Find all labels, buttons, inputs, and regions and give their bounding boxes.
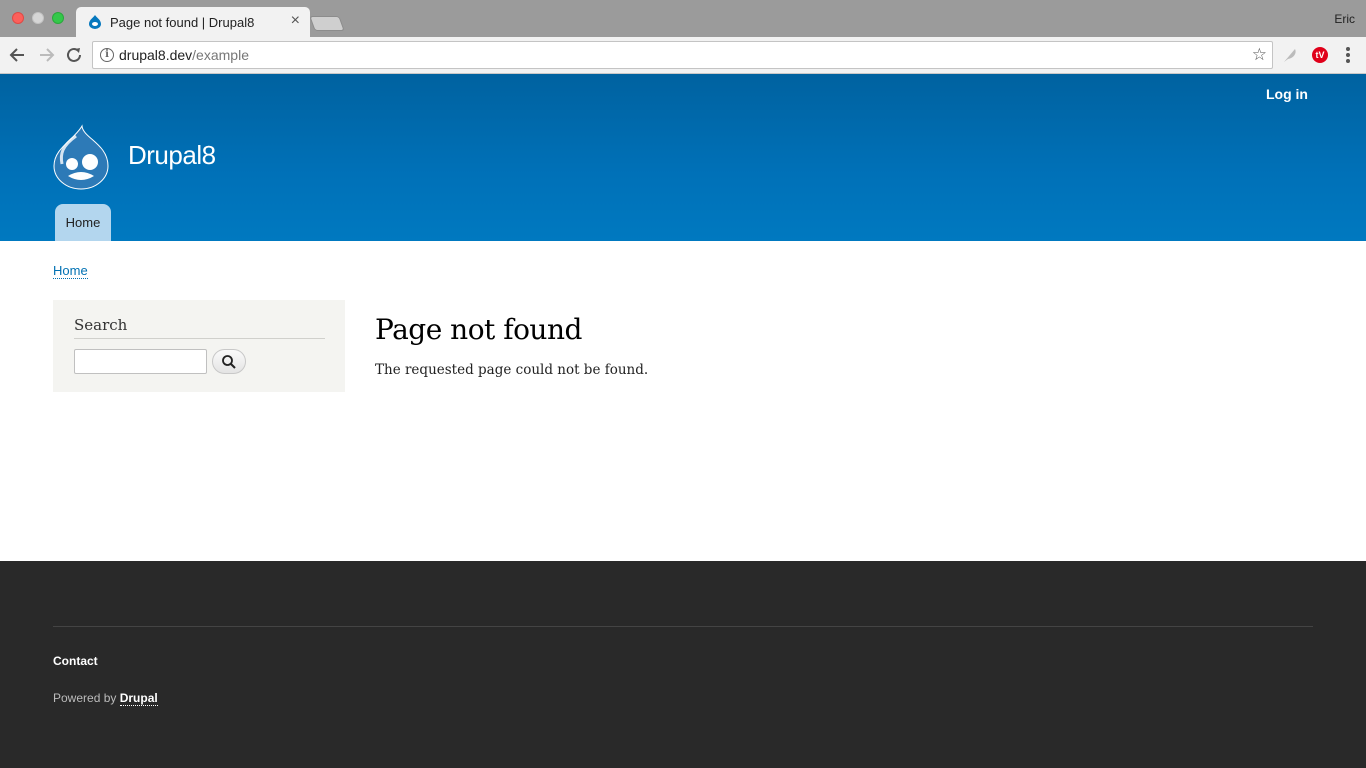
forward-arrow-icon[interactable] [36,45,56,65]
drupal-favicon-icon [89,15,101,29]
drupal-link[interactable]: Drupal [119,691,158,706]
search-icon [222,354,236,369]
powered-by: Powered by Drupal [53,691,158,706]
page-message: The requested page could not be found. [375,362,649,378]
site-footer: Contact Powered by Drupal [0,561,1366,768]
reload-icon[interactable] [64,45,84,65]
browser-menu-icon[interactable] [1343,46,1353,64]
drupal-logo-icon[interactable] [52,124,110,190]
tab-title: Page not found | Drupal8 [110,15,255,30]
site-header: Log in Drupal8 Home [0,74,1366,241]
divider [74,338,325,339]
site-name[interactable]: Drupal8 [128,140,216,171]
profile-name[interactable]: Eric [1334,12,1355,26]
bookmark-star-icon[interactable]: ☆ [1252,45,1267,65]
breadcrumb-home-link[interactable]: Home [53,263,88,279]
search-block-title: Search [74,316,128,334]
search-button[interactable] [212,349,246,374]
address-bar[interactable]: i drupal8.dev/example ☆ [92,41,1273,69]
tv-extension-icon[interactable]: tV [1312,47,1328,63]
login-link[interactable]: Log in [1266,86,1308,102]
back-arrow-icon[interactable] [8,45,28,65]
feather-extension-icon[interactable] [1282,47,1298,63]
contact-link[interactable]: Contact [53,654,98,668]
main-content: Page not found The requested page could … [375,313,648,378]
site-info-icon[interactable]: i [100,48,114,62]
new-tab-button[interactable] [309,16,345,31]
browser-toolbar: i drupal8.dev/example ☆ tV [0,37,1366,74]
browser-tab[interactable]: Page not found | Drupal8 × [76,7,310,37]
tab-close-icon[interactable]: × [291,12,300,30]
url-text[interactable]: drupal8.dev/example [119,47,249,63]
close-window-button[interactable] [12,12,24,24]
minimize-window-button[interactable] [32,12,44,24]
nav-tab-home[interactable]: Home [55,204,111,241]
search-input[interactable] [74,349,207,374]
maximize-window-button[interactable] [52,12,64,24]
browser-titlebar: Page not found | Drupal8 × Eric [0,0,1366,37]
footer-divider [53,626,1313,627]
search-block: Search [53,300,345,392]
page-title: Page not found [375,313,582,346]
